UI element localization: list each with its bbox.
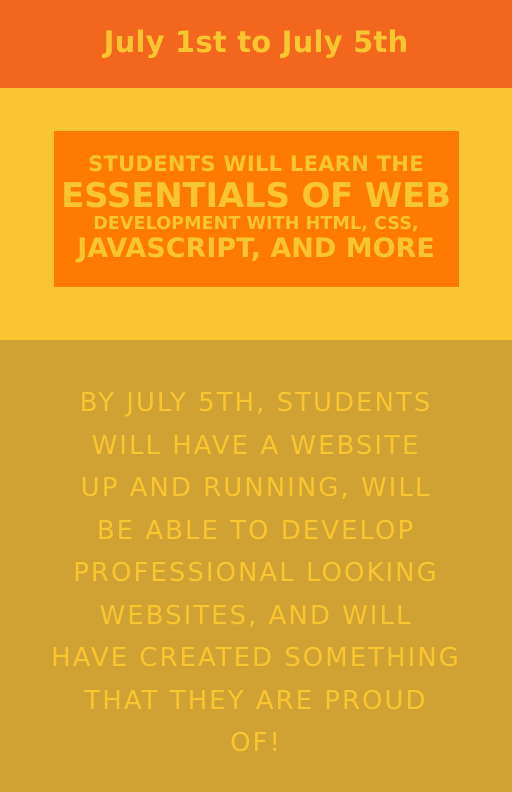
outcome-text: By July 5th, students will have a websit… — [21, 382, 491, 765]
outcome-line: websites, and will — [99, 600, 413, 631]
outcome-line: up and running, will — [80, 473, 432, 503]
outcome-line: will have a website — [91, 430, 421, 461]
outcome-line: By July 5th, students — [79, 388, 433, 418]
outcome-line: be able to develop — [96, 515, 416, 546]
headline-line-3: development with HTML, CSS, — [93, 213, 419, 234]
headline-box: Students will learn the essentials of we… — [53, 131, 459, 287]
headline-section: Students will learn the essentials of we… — [0, 88, 512, 340]
headline-line-4: JavaScript, and more — [77, 233, 435, 265]
poster: July 1st to July 5th Students will learn… — [0, 0, 512, 792]
outcome-line: have created something — [51, 643, 461, 673]
outcome-line: that they are proud — [84, 685, 428, 716]
outcome-line: of! — [230, 728, 282, 758]
outcome-section: By July 5th, students will have a websit… — [0, 340, 512, 792]
outcome-line: professional looking — [73, 558, 439, 588]
date-range: July 1st to July 5th — [103, 25, 409, 59]
headline-line-2: essentials of web — [61, 175, 451, 216]
headline-line-1: Students will learn the — [88, 152, 424, 177]
date-banner: July 1st to July 5th — [0, 0, 512, 88]
